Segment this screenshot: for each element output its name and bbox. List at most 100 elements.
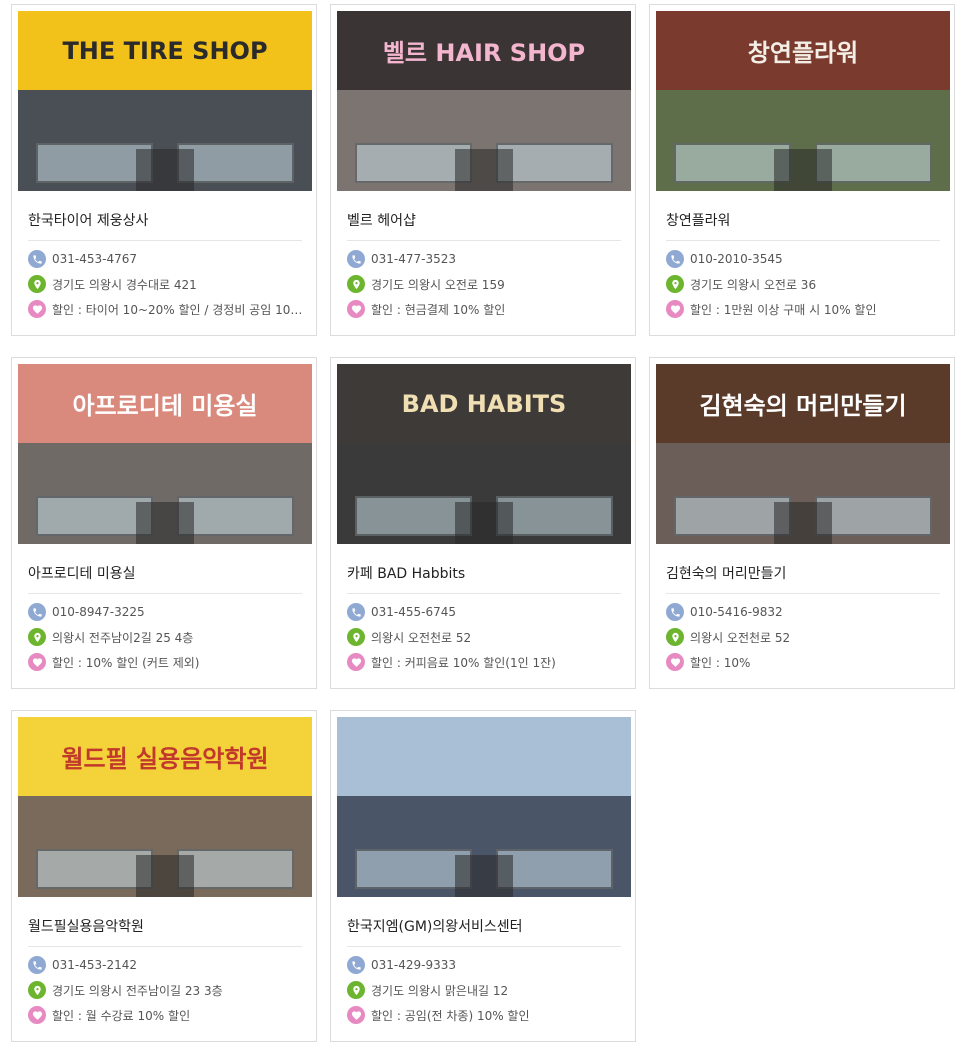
store-address: 경기도 의왕시 경수대로 421 (28, 274, 308, 294)
storefront-image (18, 796, 312, 897)
address-text: 경기도 의왕시 전주남이길 23 3층 (52, 983, 223, 998)
store-discount: 할인 : 현금결제 10% 할인 (347, 299, 627, 319)
phone-icon (28, 956, 46, 974)
store-name[interactable]: 벨르 헤어샵 (347, 210, 621, 241)
signboard-text: 아프로디테 미용실 (72, 392, 258, 421)
store-phone: 031-477-3523 (347, 249, 627, 269)
store-name[interactable]: 김현숙의 머리만들기 (666, 563, 940, 594)
store-photo[interactable]: BAD HABITS (337, 364, 631, 544)
store-name[interactable]: 월드필실용음악학원 (28, 916, 302, 947)
store-signboard: 창연플라워 (656, 11, 950, 91)
phone-icon (28, 250, 46, 268)
heart-icon (28, 300, 46, 318)
store-signboard (337, 717, 631, 797)
discount-text: 할인 : 공임(전 차종) 10% 할인 (371, 1008, 530, 1023)
store-signboard: BAD HABITS (337, 364, 631, 444)
phone-text: 010-8947-3225 (52, 605, 145, 619)
store-card[interactable]: BAD HABITS 카페 BAD Habbits 031-455-6745 의… (330, 357, 636, 689)
phone-icon (347, 603, 365, 621)
storefront-image (18, 443, 312, 544)
signboard-text: 창연플라워 (747, 39, 859, 68)
store-address: 의왕시 오전천로 52 (666, 627, 946, 647)
map-pin-icon (347, 981, 365, 999)
storefront-image (337, 796, 631, 897)
store-photo[interactable] (337, 717, 631, 897)
discount-text: 할인 : 10% (690, 655, 751, 670)
phone-icon (347, 956, 365, 974)
store-photo[interactable]: 월드필 실용음악학원 (18, 717, 312, 897)
address-text: 경기도 의왕시 오전로 159 (371, 277, 505, 292)
heart-icon (666, 653, 684, 671)
discount-text: 할인 : 커피음료 10% 할인(1인 1잔) (371, 655, 556, 670)
store-photo[interactable]: 창연플라워 (656, 11, 950, 191)
discount-text: 할인 : 1만원 이상 구매 시 10% 할인 (690, 302, 877, 317)
address-text: 경기도 의왕시 오전로 36 (690, 277, 817, 292)
map-pin-icon (28, 275, 46, 293)
phone-text: 031-453-4767 (52, 252, 138, 266)
store-photo[interactable]: 아프로디테 미용실 (18, 364, 312, 544)
storefront-image (656, 90, 950, 191)
storefront-image (656, 443, 950, 544)
store-phone: 031-455-6745 (347, 602, 627, 622)
store-photo[interactable]: THE TIRE SHOP (18, 11, 312, 191)
store-name[interactable]: 카페 BAD Habbits (347, 563, 621, 594)
address-text: 의왕시 전주남이2길 25 4층 (52, 630, 194, 645)
store-card[interactable]: 월드필 실용음악학원 월드필실용음악학원 031-453-2142 경기도 의왕… (11, 710, 317, 1042)
store-signboard: 월드필 실용음악학원 (18, 717, 312, 797)
phone-text: 031-453-2142 (52, 958, 138, 972)
store-phone: 010-2010-3545 (666, 249, 946, 269)
phone-icon (666, 603, 684, 621)
heart-icon (28, 1006, 46, 1024)
store-discount: 할인 : 10% (666, 652, 946, 672)
store-name[interactable]: 창연플라워 (666, 210, 940, 241)
store-address: 경기도 의왕시 오전로 36 (666, 274, 946, 294)
discount-text: 할인 : 10% 할인 (커트 제외) (52, 655, 200, 670)
signboard-text: BAD HABITS (401, 389, 567, 418)
phone-text: 031-455-6745 (371, 605, 457, 619)
address-text: 의왕시 오전천로 52 (371, 630, 472, 645)
phone-icon (347, 250, 365, 268)
map-pin-icon (666, 275, 684, 293)
discount-text: 할인 : 타이어 10~20% 할인 / 경정비 공임 10% ... (52, 302, 306, 317)
map-pin-icon (347, 628, 365, 646)
store-name[interactable]: 한국타이어 제웅상사 (28, 210, 302, 241)
phone-text: 031-477-3523 (371, 252, 457, 266)
store-card[interactable]: 아프로디테 미용실 아프로디테 미용실 010-8947-3225 의왕시 전주… (11, 357, 317, 689)
store-address: 경기도 의왕시 맑은내길 12 (347, 980, 627, 1000)
map-pin-icon (28, 628, 46, 646)
store-card[interactable]: 한국지엠(GM)의왕서비스센터 031-429-9333 경기도 의왕시 맑은내… (330, 710, 636, 1042)
store-discount: 할인 : 커피음료 10% 할인(1인 1잔) (347, 652, 627, 672)
store-address: 의왕시 오전천로 52 (347, 627, 627, 647)
store-discount: 할인 : 10% 할인 (커트 제외) (28, 652, 308, 672)
store-card[interactable]: 벨르 HAIR SHOP 벨르 헤어샵 031-477-3523 경기도 의왕시… (330, 4, 636, 336)
store-card[interactable]: 김현숙의 머리만들기 김현숙의 머리만들기 010-5416-9832 의왕시 … (649, 357, 955, 689)
signboard-text: 벨르 HAIR SHOP (382, 39, 586, 68)
store-signboard: 벨르 HAIR SHOP (337, 11, 631, 91)
store-card[interactable]: 창연플라워 창연플라워 010-2010-3545 경기도 의왕시 오전로 36… (649, 4, 955, 336)
storefront-image (337, 90, 631, 191)
store-discount: 할인 : 월 수강료 10% 할인 (28, 1005, 308, 1025)
map-pin-icon (347, 275, 365, 293)
store-photo[interactable]: 김현숙의 머리만들기 (656, 364, 950, 544)
discount-text: 할인 : 월 수강료 10% 할인 (52, 1008, 191, 1023)
store-discount: 할인 : 타이어 10~20% 할인 / 경정비 공임 10% ... (28, 299, 308, 319)
address-text: 경기도 의왕시 경수대로 421 (52, 277, 197, 292)
store-name[interactable]: 한국지엠(GM)의왕서비스센터 (347, 916, 621, 947)
phone-text: 031-429-9333 (371, 958, 457, 972)
phone-icon (28, 603, 46, 621)
store-signboard: 아프로디테 미용실 (18, 364, 312, 444)
store-name[interactable]: 아프로디테 미용실 (28, 563, 302, 594)
store-phone: 031-453-4767 (28, 249, 308, 269)
heart-icon (347, 653, 365, 671)
signboard-text: 김현숙의 머리만들기 (699, 392, 907, 421)
store-address: 경기도 의왕시 전주남이길 23 3층 (28, 980, 308, 1000)
store-phone: 031-453-2142 (28, 955, 308, 975)
store-card[interactable]: THE TIRE SHOP 한국타이어 제웅상사 031-453-4767 경기… (11, 4, 317, 336)
phone-icon (666, 250, 684, 268)
phone-text: 010-5416-9832 (690, 605, 783, 619)
store-phone: 031-429-9333 (347, 955, 627, 975)
phone-text: 010-2010-3545 (690, 252, 783, 266)
heart-icon (347, 300, 365, 318)
store-photo[interactable]: 벨르 HAIR SHOP (337, 11, 631, 191)
map-pin-icon (666, 628, 684, 646)
